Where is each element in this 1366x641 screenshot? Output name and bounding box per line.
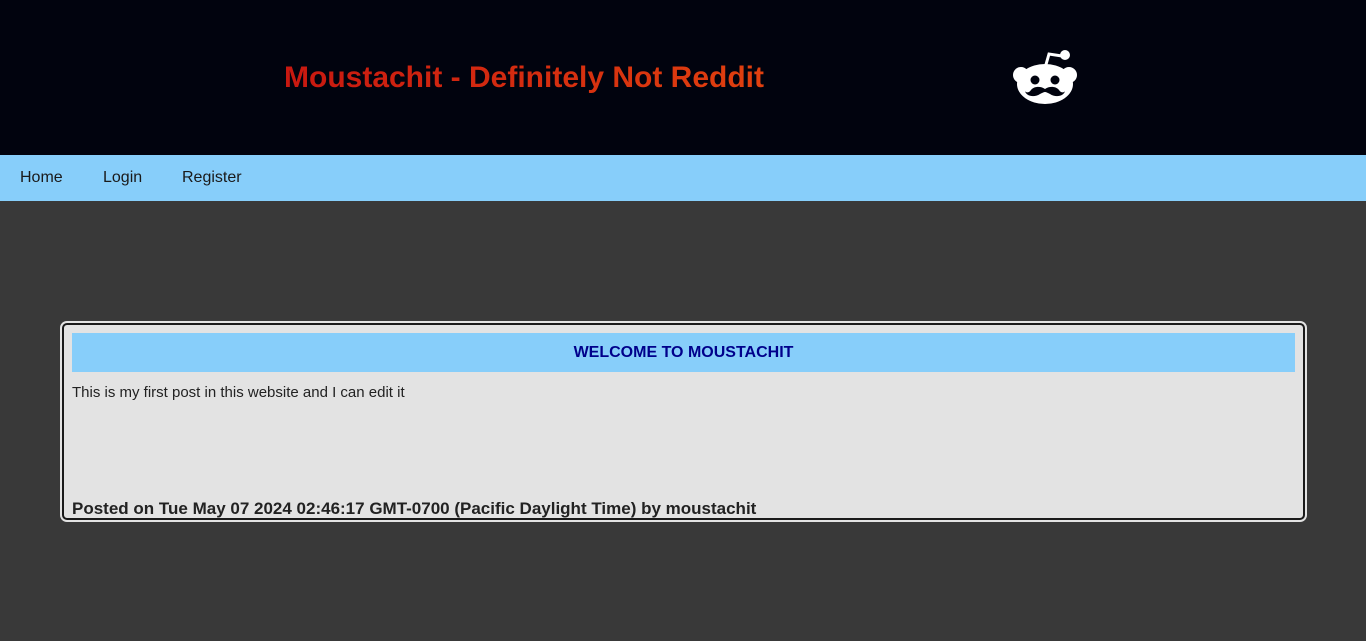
site-header: Moustachit - Definitely Not Reddit — [0, 0, 1366, 155]
nav-home-link[interactable]: Home — [20, 155, 63, 201]
nav-bar: Home Login Register — [0, 155, 1366, 201]
nav-register-link[interactable]: Register — [182, 155, 242, 201]
nav-login-link[interactable]: Login — [103, 155, 142, 201]
site-title: Moustachit - Definitely Not Reddit — [284, 58, 764, 98]
post-body: This is my first post in this website an… — [72, 384, 405, 401]
post-card: WELCOME TO MOUSTACHIT This is my first p… — [62, 323, 1305, 520]
post-meta: Posted on Tue May 07 2024 02:46:17 GMT-0… — [72, 499, 757, 518]
post-title[interactable]: WELCOME TO MOUSTACHIT — [72, 333, 1295, 372]
reddit-moustache-icon[interactable] — [1010, 46, 1080, 108]
